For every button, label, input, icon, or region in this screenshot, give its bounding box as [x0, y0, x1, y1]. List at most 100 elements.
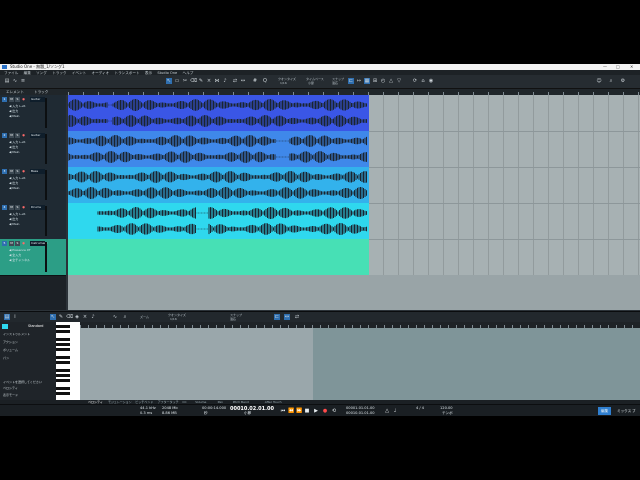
- retro-record-icon[interactable]: ◴: [380, 78, 386, 84]
- record-arm-icon[interactable]: ●: [21, 241, 26, 246]
- track-lane[interactable]: [68, 167, 640, 204]
- note-grid[interactable]: [80, 328, 640, 400]
- track-channel[interactable]: ◀ Main: [9, 186, 19, 190]
- mute-button[interactable]: M: [9, 97, 14, 102]
- track-header[interactable]: 5 M S ● Instrument ◀ Presence XT ◀ 全入力 ◀…: [0, 239, 66, 276]
- rewind-icon[interactable]: ⏪: [288, 408, 294, 414]
- track-input[interactable]: ◀ 入力 L+R: [9, 104, 25, 108]
- solo-button[interactable]: S: [15, 205, 20, 210]
- snap-toggle-icon[interactable]: ⊏: [348, 78, 354, 84]
- track-header[interactable]: 1 M S ● Guitar ◀ 入力 L+R ◀ 出力 ◀ Main: [0, 95, 66, 132]
- editor-arrow-icon[interactable]: ↖: [50, 314, 56, 320]
- track-output[interactable]: ◀ 出力: [9, 181, 18, 185]
- editor-quantize-value[interactable]: 1/16: [170, 317, 177, 321]
- layers-icon[interactable]: ▦: [364, 78, 370, 84]
- record-panel-icon[interactable]: ◉: [428, 78, 434, 84]
- record-arm-icon[interactable]: ●: [21, 97, 26, 102]
- snap-value[interactable]: 適応: [332, 81, 338, 85]
- track-channel[interactable]: ◀ Main: [9, 114, 19, 118]
- piano-black-key[interactable]: [56, 342, 70, 346]
- editor-snap-value[interactable]: 適応: [230, 317, 236, 321]
- piano-black-key[interactable]: [56, 329, 70, 333]
- audio-event[interactable]: [68, 95, 369, 131]
- editor-view-mode-label[interactable]: 表示モード: [3, 393, 18, 397]
- mute-button[interactable]: M: [9, 133, 14, 138]
- listen-tool-icon[interactable]: ♪: [222, 78, 228, 84]
- bend-tool-icon[interactable]: ⋈: [214, 78, 220, 84]
- track-output[interactable]: ◀ 全入力: [9, 253, 21, 257]
- solo-button[interactable]: S: [15, 133, 20, 138]
- mute-button[interactable]: M: [9, 241, 14, 246]
- timebase-value[interactable]: 小節: [308, 81, 314, 85]
- solo-button[interactable]: S: [15, 169, 20, 174]
- record-arm-icon[interactable]: ●: [21, 133, 26, 138]
- editor-follow-icon[interactable]: ↔: [284, 314, 290, 320]
- piano-black-key[interactable]: [56, 324, 70, 328]
- piano-black-key[interactable]: [56, 368, 70, 372]
- track-header[interactable]: 3 M S ● Bass ◀ 入力 L+R ◀ 出力 ◀ Main: [0, 167, 66, 204]
- mute-button[interactable]: M: [9, 169, 14, 174]
- track-input[interactable]: ◀ Presence XT: [9, 248, 31, 252]
- track-input[interactable]: ◀ 入力 L+R: [9, 140, 25, 144]
- time-signature[interactable]: 4 / 4: [416, 406, 424, 411]
- editor-paint-icon[interactable]: ◈: [74, 314, 80, 320]
- piano-black-key[interactable]: [56, 355, 70, 359]
- loop-end[interactable]: 00010.01.01.00: [346, 411, 375, 416]
- track-name[interactable]: Guitar: [30, 133, 45, 138]
- track-output[interactable]: ◀ 出力: [9, 145, 18, 149]
- piano-black-key[interactable]: [56, 337, 70, 341]
- track-output[interactable]: ◀ 出力: [9, 217, 18, 221]
- precount-icon[interactable]: ▽: [396, 78, 402, 84]
- quantize-icon[interactable]: Q: [262, 78, 268, 84]
- editor-track-name[interactable]: Standard: [28, 324, 43, 329]
- position-display[interactable]: 00010.02.01.00: [230, 406, 274, 412]
- editor-action-label[interactable]: アクション: [3, 340, 18, 344]
- settings-icon[interactable]: ⚙: [620, 78, 626, 84]
- track-name[interactable]: Drums: [30, 205, 45, 210]
- autoscroll-icon[interactable]: ⇄: [232, 78, 238, 84]
- browse-tab[interactable]: ブラウズ: [629, 407, 640, 415]
- record-icon[interactable]: ●: [322, 408, 328, 414]
- editor-listen-icon[interactable]: ♪: [90, 314, 96, 320]
- track-input[interactable]: ◀ 入力 L+R: [9, 176, 25, 180]
- editor-eraser-icon[interactable]: ⌫: [66, 314, 73, 320]
- quantize-value[interactable]: 1/16: [280, 81, 287, 85]
- edit-tab[interactable]: 編集: [598, 407, 612, 415]
- audio-event[interactable]: [68, 203, 369, 239]
- track-channel[interactable]: ◀ Main: [9, 222, 19, 226]
- editor-zoom-label[interactable]: ズーム: [140, 315, 149, 319]
- track-channel[interactable]: ◀ Main: [9, 150, 19, 154]
- record-arm-icon[interactable]: ●: [21, 205, 26, 210]
- return-zero-icon[interactable]: ⏮: [280, 408, 286, 414]
- editor-snap-toggle-icon[interactable]: ⊏: [274, 314, 280, 320]
- search-icon[interactable]: ⌕: [608, 78, 614, 84]
- piano-keyboard[interactable]: [56, 322, 80, 403]
- track-header[interactable]: 2 M S ● Guitar ◀ 入力 L+R ◀ 出力 ◀ Main: [0, 131, 66, 168]
- editor-zoom-icon[interactable]: ⌕: [122, 314, 128, 320]
- editor-instrument-label[interactable]: インストゥルメント: [3, 332, 30, 336]
- metronome-icon[interactable]: △: [388, 78, 394, 84]
- piano-black-key[interactable]: [56, 392, 70, 396]
- editor-info-icon[interactable]: i: [12, 314, 18, 320]
- editor-wave-icon[interactable]: ∿: [112, 314, 118, 320]
- track-list-icon[interactable]: ≡: [20, 78, 26, 84]
- piano-black-key[interactable]: [56, 348, 70, 351]
- piano-black-key[interactable]: [56, 374, 70, 377]
- track-name[interactable]: Guitar: [30, 97, 45, 102]
- arrangement-view[interactable]: [68, 95, 640, 310]
- track-input[interactable]: ◀ 入力 L+R: [9, 212, 25, 216]
- audio-event[interactable]: [68, 131, 369, 167]
- piano-black-key[interactable]: [56, 387, 70, 390]
- editor-pencil-icon[interactable]: ✎: [58, 314, 64, 320]
- loop-icon[interactable]: ⟳: [412, 78, 418, 84]
- stop-icon[interactable]: ■: [304, 408, 310, 414]
- solo-button[interactable]: S: [15, 97, 20, 102]
- editor-inspector-icon[interactable]: ▤: [4, 314, 10, 320]
- precount-toggle-icon[interactable]: ♩: [392, 408, 398, 414]
- split-tool-icon[interactable]: ✂: [182, 78, 188, 84]
- mute-tool-icon[interactable]: ×: [206, 78, 212, 84]
- ripple-icon[interactable]: ↦: [356, 78, 362, 84]
- loop-toggle-icon[interactable]: ⟲: [331, 408, 337, 414]
- track-lane[interactable]: [68, 203, 640, 240]
- track-name[interactable]: Bass: [30, 169, 45, 174]
